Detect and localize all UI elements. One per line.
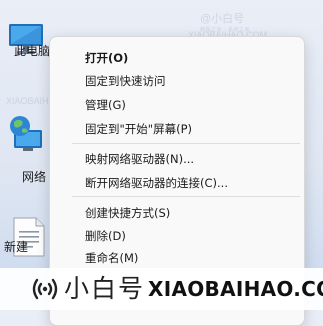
menu-item-create-shortcut[interactable]: 创建快捷方式(S) — [85, 206, 170, 220]
menu-item-rename[interactable]: 重命名(M) — [85, 251, 138, 265]
watermark-banner: 小白号 XIAOBAIHAO.COM — [0, 268, 323, 310]
network-globe-icon — [10, 116, 42, 151]
signal-wave-icon — [32, 278, 58, 300]
menu-item-open[interactable]: 打开(O) — [85, 51, 128, 65]
menu-item-pin-start[interactable]: 固定到"开始"屏幕(P) — [85, 122, 192, 136]
brand-name-cn: 小白号 — [64, 274, 146, 303]
desktop-icon-this-pc[interactable]: 此电脑 — [0, 6, 51, 86]
desktop-icon-network[interactable]: 网络 — [0, 110, 48, 185]
menu-item-manage[interactable]: 管理(G) — [85, 98, 126, 112]
menu-separator — [72, 196, 300, 197]
menu-separator — [72, 143, 300, 144]
brand-name-en: XIAOBAIHAO.COM — [148, 277, 323, 301]
desktop-icon-label: 新建 — [4, 240, 29, 254]
menu-item-disconnect-network-drive[interactable]: 断开网络驱动器的连接(C)... — [85, 176, 228, 190]
desktop-icon-label: 此电脑 — [14, 44, 51, 58]
menu-item-pin-quick-access[interactable]: 固定到快速访问 — [85, 74, 166, 88]
desktop-icon-label: 网络 — [22, 170, 47, 184]
menu-item-delete[interactable]: 删除(D) — [85, 229, 126, 243]
menu-item-map-network-drive[interactable]: 映射网络驱动器(N)... — [85, 152, 194, 166]
